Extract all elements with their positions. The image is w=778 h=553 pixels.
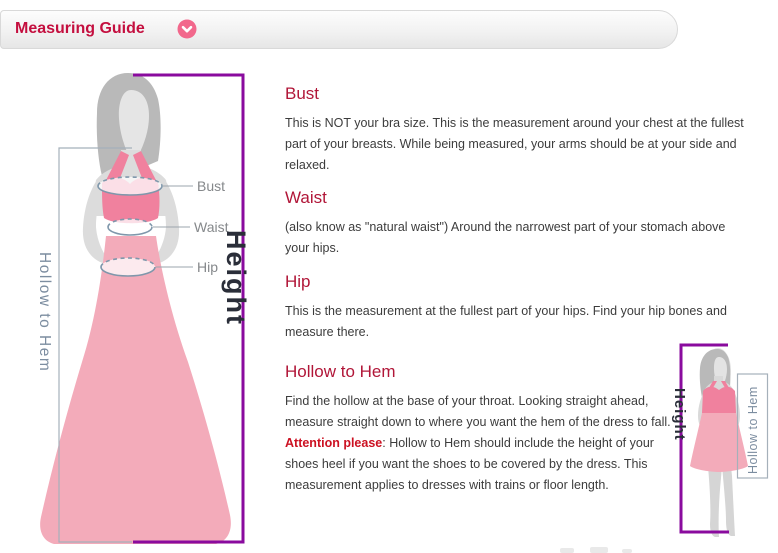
main-figure: Bust Waist Hip Hollow to Hem Height [36,73,251,544]
cutoff-artifact [560,548,574,553]
section-waist: Waist (also know as "natural waist") Aro… [285,188,750,259]
cutoff-artifact [590,547,608,553]
attention-note: Attention please [285,436,382,450]
height-label: Height [221,230,251,326]
section-body-waist: (also know as "natural waist") Around th… [285,217,750,259]
hollow-to-hem-label: Hollow to Hem [36,252,53,372]
hip-ring [101,258,155,276]
cutoff-artifact [622,549,632,553]
bust-label: Bust [197,178,225,194]
waist-ring [108,219,152,235]
hip-label: Hip [197,259,218,275]
section-heading-hollow-to-hem: Hollow to Hem [285,362,750,382]
section-hip: Hip This is the measurement at the fulle… [285,272,750,343]
bust-ring [98,177,162,195]
measuring-guide-page: Measuring Guide [0,0,778,553]
section-heading-hip: Hip [285,272,750,292]
dress-skirt [40,236,231,544]
section-body-hollow-to-hem: Find the hollow at the base of your thro… [285,391,677,496]
section-heading-bust: Bust [285,84,750,104]
section-body-hip: This is the measurement at the fullest p… [285,301,750,343]
section-hollow-to-hem: Hollow to Hem Find the hollow at the bas… [285,362,750,496]
section-body-bust: This is NOT your bra size. This is the m… [285,113,750,176]
hollow-body-before: Find the hollow at the base of your thro… [285,394,671,429]
section-bust: Bust This is NOT your bra size. This is … [285,84,750,176]
section-heading-waist: Waist [285,188,750,208]
